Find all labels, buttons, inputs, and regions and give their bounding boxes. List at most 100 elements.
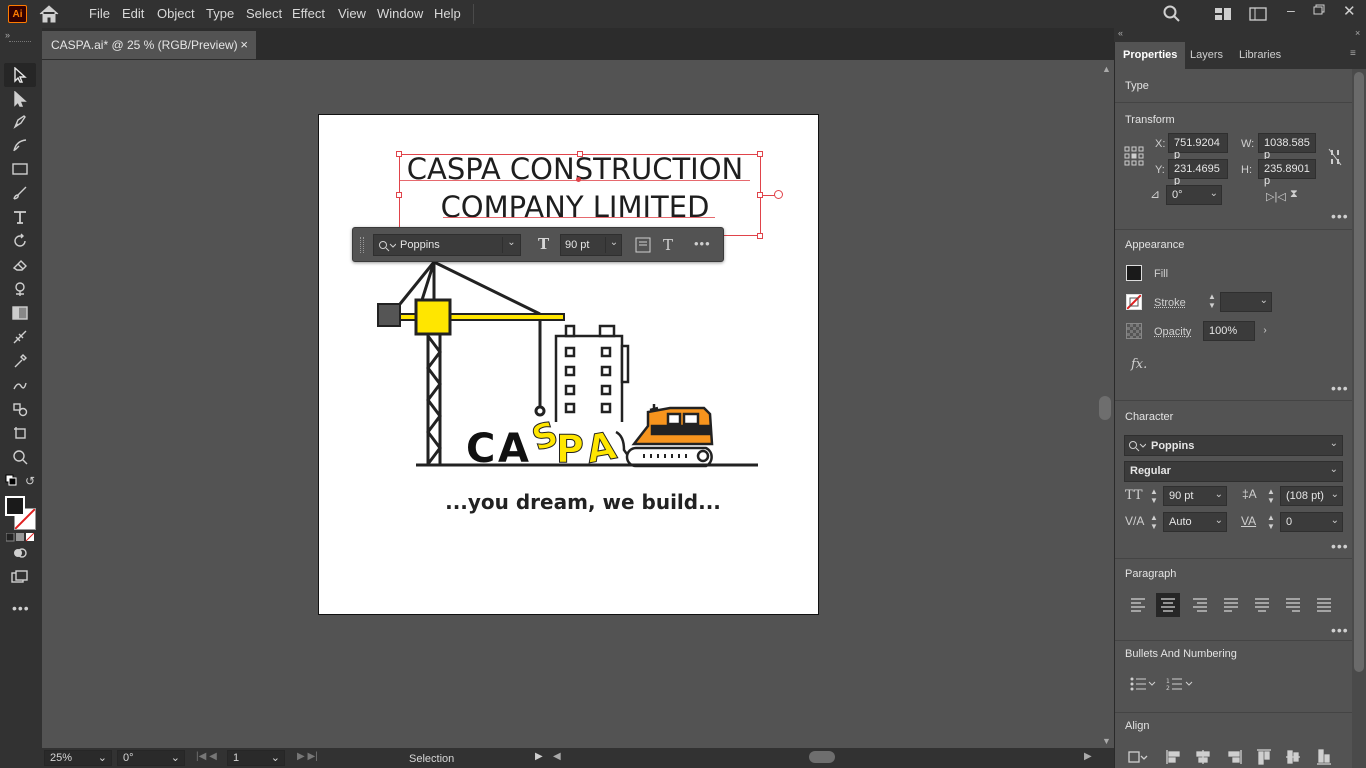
paintbrush-tool-icon[interactable] <box>10 184 30 202</box>
scroll-left-icon[interactable]: ◀ <box>553 751 561 762</box>
menu-view[interactable]: View <box>338 6 366 21</box>
panel-scroll-thumb[interactable] <box>1354 72 1364 672</box>
opacity-field[interactable]: 100% <box>1203 321 1255 341</box>
gradient-tool-icon[interactable] <box>10 304 30 322</box>
mesh-tool-icon[interactable] <box>10 328 30 346</box>
swap-colors-icon[interactable]: ↺ <box>25 474 35 488</box>
stroke-weight-dropdown[interactable]: ⌄ <box>1260 295 1268 306</box>
collapse-toolbar-icon[interactable]: » <box>5 30 10 40</box>
menu-file[interactable]: File <box>89 6 110 21</box>
font-style-field[interactable]: Regular ⌄ <box>1124 461 1343 482</box>
more-options-icon[interactable]: ••• <box>694 236 711 251</box>
fill-color-swatch[interactable] <box>1126 265 1142 281</box>
kerning-dropdown[interactable]: ⌄ <box>1215 515 1223 526</box>
rotation-field[interactable]: 0° ⌄ <box>117 750 185 766</box>
character-options-icon[interactable]: T <box>663 236 673 254</box>
bullets-icon[interactable] <box>1130 677 1158 694</box>
stroke-weight-stepper[interactable]: ▲ ▼ <box>1205 292 1219 312</box>
type-tool-icon[interactable] <box>10 208 30 226</box>
tracking-field[interactable]: 0 ⌄ <box>1280 512 1343 532</box>
tagline-text[interactable]: ...you dream, we build... <box>318 490 848 514</box>
tab-layers[interactable]: Layers <box>1182 42 1231 69</box>
selection-tool-icon[interactable] <box>10 66 30 84</box>
tab-properties[interactable]: Properties <box>1115 42 1186 69</box>
status-menu-arrow[interactable]: ▶ <box>535 751 543 762</box>
font-size-field[interactable]: 90 pt ⌄ <box>560 234 622 256</box>
edit-toolbar-icon[interactable]: ••• <box>12 600 30 616</box>
curvature-tool-icon[interactable] <box>10 136 30 154</box>
fill-swatch[interactable] <box>5 496 25 516</box>
reference-point-icon[interactable] <box>1124 146 1144 169</box>
font-style-dropdown[interactable]: ⌄ <box>1330 464 1338 475</box>
rotate-angle-field[interactable]: 0° ⌄ <box>1166 185 1222 205</box>
menu-object[interactable]: Object <box>157 6 195 21</box>
symbol-sprayer-tool-icon[interactable] <box>10 400 30 418</box>
transform-more-options[interactable]: ••• <box>1331 208 1349 224</box>
width-field[interactable]: 1038.585 p <box>1258 133 1316 161</box>
zoom-field[interactable]: 25% ⌄ <box>44 750 112 766</box>
color-mode-buttons[interactable] <box>5 531 35 545</box>
scroll-right-icon[interactable]: ▶ <box>1084 751 1092 762</box>
paragraph-more-options[interactable]: ••• <box>1331 622 1349 638</box>
collapse-panel-icon[interactable]: « <box>1118 28 1123 38</box>
menu-window[interactable]: Window <box>377 6 423 21</box>
flip-vertical-icon[interactable]: ⧗ <box>1290 188 1298 201</box>
menu-edit[interactable]: Edit <box>122 6 144 21</box>
character-font-field[interactable]: Poppins ⌄ <box>1124 435 1343 456</box>
rotate-angle-dropdown[interactable]: ⌄ <box>1210 188 1218 199</box>
height-field[interactable]: 235.8901 p <box>1258 159 1316 187</box>
menu-select[interactable]: Select <box>246 6 282 21</box>
selection-handle[interactable] <box>577 151 583 157</box>
kerning-field[interactable]: Auto ⌄ <box>1163 512 1227 532</box>
leading-field[interactable]: (108 pt) ⌄ <box>1280 486 1343 506</box>
kerning-stepper[interactable]: ▲ ▼ <box>1150 513 1162 533</box>
character-more-options[interactable]: ••• <box>1331 538 1349 554</box>
tracking-dropdown[interactable]: ⌄ <box>1331 515 1339 526</box>
character-font-dropdown[interactable]: ⌄ <box>1330 438 1338 449</box>
minimize-window-icon[interactable]: – <box>1287 2 1295 18</box>
zoom-tool-icon[interactable] <box>10 448 30 466</box>
x-field[interactable]: 751.9204 p <box>1168 133 1228 161</box>
appearance-more-options[interactable]: ••• <box>1331 380 1349 396</box>
close-tab-icon[interactable]: × <box>240 37 248 52</box>
selection-handle[interactable] <box>396 192 402 198</box>
y-field[interactable]: 231.4695 p <box>1168 159 1228 187</box>
pen-tool-icon[interactable] <box>10 112 30 130</box>
leading-stepper[interactable]: ▲ ▼ <box>1267 487 1279 507</box>
opacity-expand-icon[interactable]: › <box>1258 322 1272 340</box>
rotate-tool-icon[interactable] <box>10 232 30 250</box>
next-artboard-icon[interactable]: ▶ ▶| <box>297 751 318 762</box>
stroke-weight-field[interactable]: ⌄ <box>1220 292 1272 312</box>
restore-window-icon[interactable] <box>1313 4 1325 18</box>
workspace-switcher-icon[interactable] <box>1249 7 1267 24</box>
font-family-field[interactable]: Poppins ⌄ <box>373 234 521 256</box>
selection-handle[interactable] <box>757 233 763 239</box>
selection-bounding-box[interactable] <box>399 154 761 236</box>
taskbar-grip[interactable] <box>360 237 364 253</box>
text-out-port[interactable] <box>774 190 783 199</box>
direct-selection-tool-icon[interactable] <box>10 90 30 108</box>
default-colors-icon[interactable] <box>5 474 17 489</box>
vertical-scroll-thumb[interactable] <box>1099 396 1111 420</box>
artboard-tool-icon[interactable] <box>10 424 30 442</box>
tracking-stepper[interactable]: ▲ ▼ <box>1267 513 1279 533</box>
eyedropper-tool-icon[interactable] <box>10 352 30 370</box>
selection-handle[interactable] <box>396 151 402 157</box>
font-size-dropdown[interactable]: ⌄ <box>605 237 622 253</box>
scroll-up-icon[interactable]: ▲ <box>1102 64 1111 74</box>
fx-effects-icon[interactable]: fx. <box>1131 357 1147 372</box>
arrange-documents-icon[interactable] <box>1214 7 1232 24</box>
puppet-warp-tool-icon[interactable] <box>10 280 30 298</box>
eraser-tool-icon[interactable] <box>10 256 30 274</box>
character-size-dropdown[interactable]: ⌄ <box>1215 489 1223 500</box>
scroll-down-icon[interactable]: ▼ <box>1102 736 1111 746</box>
paragraph-align-buttons[interactable] <box>1124 593 1344 617</box>
tab-libraries[interactable]: Libraries <box>1231 42 1289 69</box>
search-icon[interactable] <box>1163 5 1181 26</box>
font-family-dropdown[interactable]: ⌄ <box>502 237 520 253</box>
align-objects-buttons[interactable] <box>1127 748 1337 766</box>
close-panel-icon[interactable]: × <box>1355 28 1360 38</box>
close-window-icon[interactable]: ✕ <box>1343 2 1356 20</box>
rotation-dropdown[interactable]: ⌄ <box>171 751 180 764</box>
stroke-label[interactable]: Stroke <box>1154 297 1186 309</box>
